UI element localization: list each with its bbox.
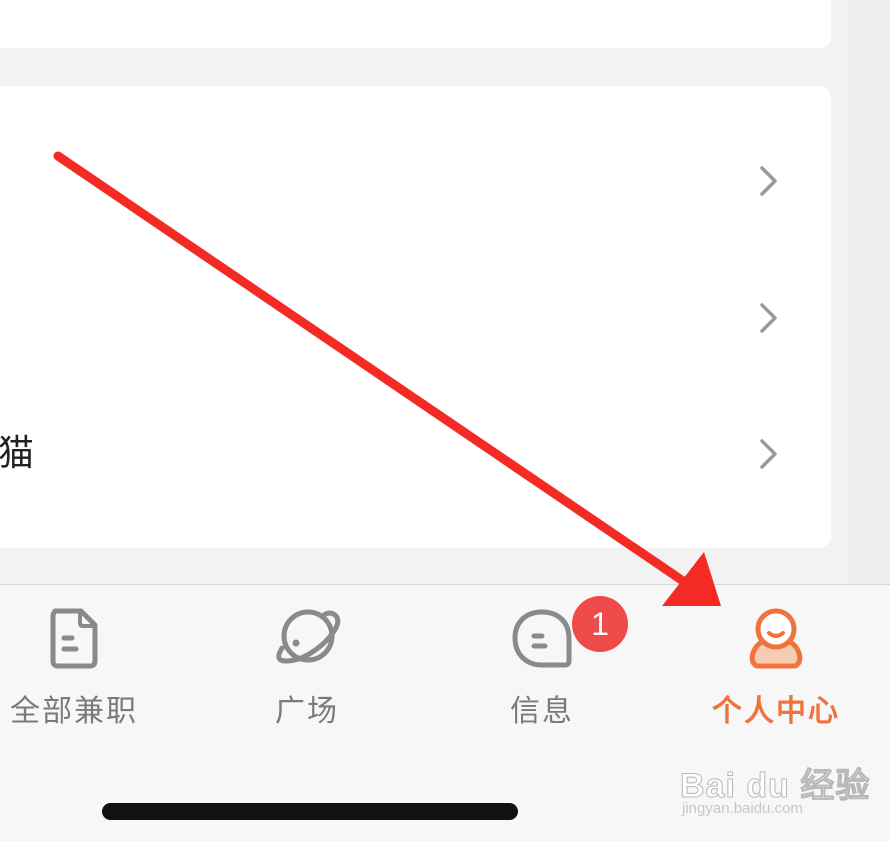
- settings-list-card: 猫: [0, 86, 831, 548]
- unread-badge: 1: [572, 596, 628, 652]
- document-icon: [50, 608, 98, 669]
- list-item-label: 猫: [0, 433, 35, 474]
- baidu-jingyan-watermark: Bai du 经验 jingyan.baidu.com: [679, 758, 880, 828]
- top-card: [0, 0, 831, 48]
- chevron-right-icon: [760, 303, 777, 333]
- tab-profile[interactable]: 个人中心: [676, 603, 876, 733]
- list-item-2[interactable]: [0, 268, 831, 368]
- planet-icon: [276, 609, 341, 664]
- watermark-url: jingyan.baidu.com: [682, 800, 803, 817]
- list-item-3[interactable]: 猫: [0, 404, 831, 504]
- chat-bubble-icon: [512, 609, 572, 668]
- tab-square[interactable]: 广场: [207, 603, 407, 733]
- tab-label: 广场: [275, 694, 339, 729]
- home-indicator: [102, 803, 518, 820]
- chevron-right-icon: [760, 166, 777, 196]
- chevron-right-icon: [760, 439, 777, 469]
- tab-label: 全部兼职: [10, 694, 138, 729]
- tab-label: 个人中心: [712, 694, 840, 729]
- tab-label: 信息: [510, 694, 574, 729]
- tab-all-jobs[interactable]: 全部兼职: [0, 603, 174, 733]
- list-item-1[interactable]: [0, 131, 831, 231]
- background-strip: [848, 0, 890, 585]
- person-icon: [749, 608, 803, 669]
